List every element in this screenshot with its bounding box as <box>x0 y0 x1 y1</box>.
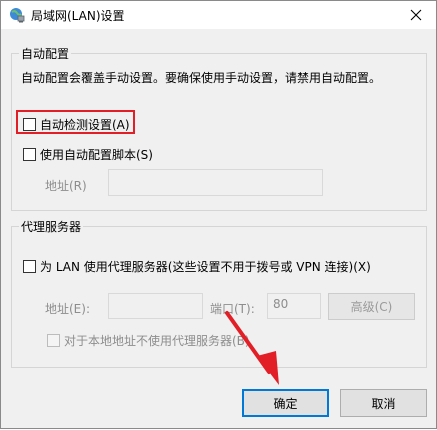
lan-settings-dialog: 局域网(LAN)设置 自动配置 自动配置会覆盖手动设置。要确保使用手动设置，请禁… <box>0 0 437 429</box>
red-arrow-annotation <box>225 311 279 385</box>
